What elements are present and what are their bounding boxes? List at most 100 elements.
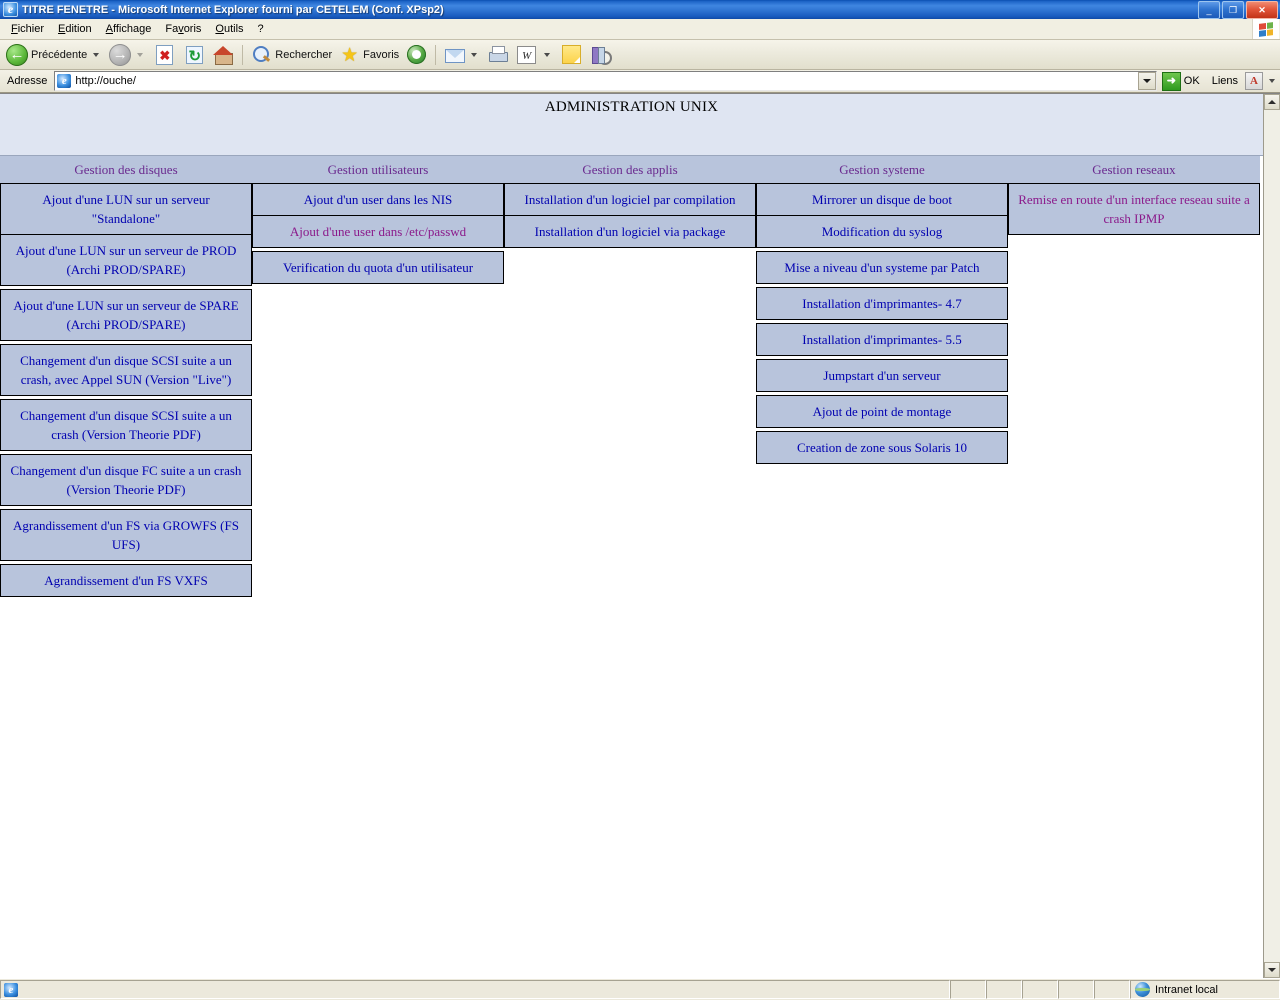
link-group: Ajout d'une LUN sur un serveur de SPARE … xyxy=(0,289,252,341)
favorites-button[interactable]: Favoris xyxy=(336,43,402,67)
stop-icon xyxy=(156,44,174,65)
links-button[interactable]: Liens xyxy=(1208,75,1242,87)
mail-button[interactable] xyxy=(441,43,483,67)
scrollbar-track[interactable] xyxy=(1264,110,1280,962)
link-item[interactable]: Jumpstart d'un serveur xyxy=(757,360,1007,391)
refresh-icon xyxy=(186,45,204,64)
status-zone-label: Intranet local xyxy=(1155,983,1218,996)
link-item[interactable]: Ajout d'un user dans les NIS xyxy=(253,184,503,215)
link-column: Gestion des applis Installation d'un logi… xyxy=(504,156,756,251)
menu-item-help[interactable]: ? xyxy=(251,22,271,36)
link-item[interactable]: Ajout d'une LUN sur un serveur de SPARE … xyxy=(1,290,251,340)
chevron-down-icon-mail[interactable] xyxy=(471,52,478,57)
note-icon xyxy=(562,45,582,64)
menu-item-affichage[interactable]: Affichage xyxy=(99,22,159,36)
column-filler xyxy=(1260,156,1263,600)
status-zone[interactable]: Intranet local xyxy=(1130,980,1280,999)
link-group: Agrandissement d'un FS VXFS xyxy=(0,564,252,597)
page-scrollbar-vertical[interactable] xyxy=(1263,94,1280,978)
link-column: Gestion utilisateurs Ajout d'un user dans… xyxy=(252,156,504,287)
link-item[interactable]: Ajout de point de montage xyxy=(757,396,1007,427)
home-icon xyxy=(213,45,234,65)
stop-button[interactable] xyxy=(150,43,179,67)
back-button-label: Précédente xyxy=(31,48,88,61)
link-item[interactable]: Installation d'imprimantes- 5.5 xyxy=(757,324,1007,355)
go-button[interactable]: ➜ OK xyxy=(1160,71,1205,91)
app-icon[interactable] xyxy=(3,2,18,17)
menu-item-outils[interactable]: Outils xyxy=(208,22,250,36)
link-item[interactable]: Ajout d'une LUN sur un serveur "Standalo… xyxy=(1,184,251,234)
link-group: Changement d'un disque SCSI suite a un c… xyxy=(0,344,252,396)
address-dropdown-button[interactable] xyxy=(1137,72,1156,90)
adobe-pdf-icon[interactable] xyxy=(1245,72,1263,90)
column-heading: Gestion des disques xyxy=(0,156,252,183)
scroll-down-button[interactable] xyxy=(1264,962,1280,978)
link-item[interactable]: Creation de zone sous Solaris 10 xyxy=(757,432,1007,463)
link-item[interactable]: Installation d'un logiciel par compilati… xyxy=(505,184,755,215)
status-slot-5 xyxy=(1094,980,1130,999)
status-bar: Intranet local xyxy=(0,978,1280,1000)
link-group: Remise en route d'un interface reseau su… xyxy=(1008,183,1260,235)
link-group: Installation d'imprimantes- 4.7 xyxy=(756,287,1008,320)
link-group: Agrandissement d'un FS via GROWFS (FS UF… xyxy=(0,509,252,561)
chevron-down-icon-pdf[interactable] xyxy=(1269,79,1275,83)
link-item[interactable]: Ajout d'une LUN sur un serveur de PROD (… xyxy=(1,234,251,285)
printer-icon xyxy=(487,45,509,65)
search-icon xyxy=(251,45,272,65)
column-heading: Gestion systeme xyxy=(756,156,1008,183)
toolbar: ← Précédente → Rechercher Favoris xyxy=(0,40,1280,70)
link-columns: Gestion des disques Ajout d'une LUN sur u… xyxy=(0,156,1263,600)
link-item[interactable]: Verification du quota d'un utilisateur xyxy=(253,252,503,283)
forward-button[interactable]: → xyxy=(106,43,149,67)
status-message xyxy=(0,980,950,999)
menu-item-fichier[interactable]: Fichier xyxy=(4,22,51,36)
refresh-button[interactable] xyxy=(180,43,209,67)
print-button[interactable] xyxy=(484,43,511,67)
column-heading: Gestion reseaux xyxy=(1008,156,1260,183)
link-item[interactable]: Remise en route d'un interface reseau su… xyxy=(1009,184,1259,234)
link-item[interactable]: Changement d'un disque SCSI suite a un c… xyxy=(1,400,251,450)
chevron-down-icon[interactable] xyxy=(93,52,100,57)
column-heading: Gestion des applis xyxy=(504,156,756,183)
link-item[interactable]: Modification du syslog xyxy=(757,215,1007,247)
address-url-text: http://ouche/ xyxy=(75,75,136,87)
chevron-down-icon-forward[interactable] xyxy=(137,52,144,57)
link-group: Jumpstart d'un serveur xyxy=(756,359,1008,392)
scroll-up-button[interactable] xyxy=(1264,94,1280,110)
link-item[interactable]: Installation d'imprimantes- 4.7 xyxy=(757,288,1007,319)
link-group: Installation d'un logiciel par compilati… xyxy=(504,183,756,248)
chevron-down-icon-word[interactable] xyxy=(544,52,551,57)
mail-icon xyxy=(444,45,466,65)
toolbar-separator-1 xyxy=(242,44,244,65)
search-button[interactable]: Rechercher xyxy=(248,43,335,67)
page-banner: ADMINISTRATION UNIX xyxy=(0,94,1263,156)
link-item[interactable]: Agrandissement d'un FS VXFS xyxy=(1,565,251,596)
menu-item-favoris[interactable]: Favoris xyxy=(158,22,208,36)
note-button[interactable] xyxy=(557,43,586,67)
word-icon xyxy=(517,45,537,64)
link-item[interactable]: Changement d'un disque FC suite a un cra… xyxy=(1,455,251,505)
close-button[interactable]: ✕ xyxy=(1246,1,1278,19)
link-item[interactable]: Mise a niveau d'un systeme par Patch xyxy=(757,252,1007,283)
menu-item-edition[interactable]: Edition xyxy=(51,22,99,36)
browser-window: TITRE FENETRE - Microsoft Internet Explo… xyxy=(0,0,1280,1000)
window-title: TITRE FENETRE - Microsoft Internet Explo… xyxy=(22,3,444,16)
link-group: Installation d'imprimantes- 5.5 xyxy=(756,323,1008,356)
home-button[interactable] xyxy=(210,43,237,67)
link-item[interactable]: Changement d'un disque SCSI suite a un c… xyxy=(1,345,251,395)
media-button[interactable] xyxy=(403,43,430,67)
edit-word-button[interactable] xyxy=(512,43,556,67)
address-label: Adresse xyxy=(7,75,48,87)
link-item[interactable]: Agrandissement d'un FS via GROWFS (FS UF… xyxy=(1,510,251,560)
menu-bar: Fichier Edition Affichage Favoris Outils… xyxy=(0,19,1280,40)
address-input[interactable]: http://ouche/ xyxy=(54,71,1157,91)
maximize-button[interactable]: ❐ xyxy=(1222,1,1244,19)
link-group: Verification du quota d'un utilisateur xyxy=(252,251,504,284)
link-item[interactable]: Mirrorer un disque de boot xyxy=(757,184,1007,215)
link-item[interactable]: Installation d'un logiciel via package xyxy=(505,215,755,247)
link-item[interactable]: Ajout d'une user dans /etc/passwd xyxy=(253,215,503,247)
research-button[interactable] xyxy=(587,43,614,67)
minimize-button[interactable]: _ xyxy=(1198,1,1220,19)
search-button-label: Rechercher xyxy=(275,48,333,61)
back-button[interactable]: ← Précédente xyxy=(3,43,105,67)
